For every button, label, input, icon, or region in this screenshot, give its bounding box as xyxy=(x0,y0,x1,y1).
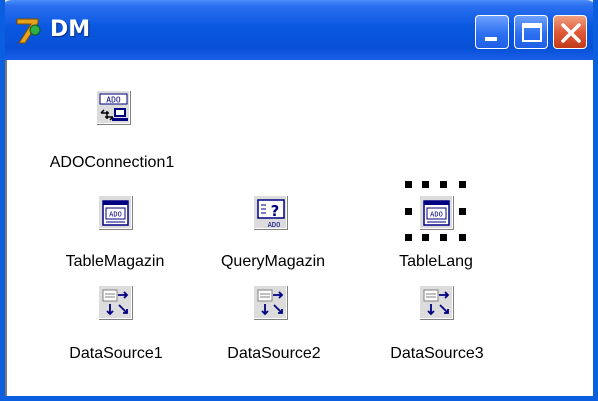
svg-text:ADO: ADO xyxy=(106,96,121,105)
close-button[interactable] xyxy=(553,15,587,49)
close-icon xyxy=(561,23,581,43)
minimize-icon xyxy=(485,37,497,41)
selection-grip[interactable] xyxy=(422,181,429,188)
selection-grip[interactable] xyxy=(405,181,412,188)
component-label: DataSource2 xyxy=(227,345,321,362)
maximize-button[interactable] xyxy=(514,15,548,49)
svg-text:ADO: ADO xyxy=(430,211,443,219)
svg-text:ADO: ADO xyxy=(109,211,122,219)
maximize-icon xyxy=(522,23,542,42)
svg-text:?: ? xyxy=(271,202,280,220)
window-title: DM xyxy=(50,17,91,42)
minimize-button[interactable] xyxy=(475,15,509,49)
ado-table-icon: ADO xyxy=(419,195,453,229)
datasource-icon xyxy=(419,285,453,319)
ado-connection-icon: ADO xyxy=(96,90,130,124)
data-module-surface[interactable]: ADO ADOConnection1 ADO TableMagazin ? AD… xyxy=(5,60,593,396)
component-label: TableMagazin xyxy=(65,253,165,270)
ado-table-icon: ADO xyxy=(98,195,132,229)
selection-grip[interactable] xyxy=(422,234,429,241)
component-label: DataSource3 xyxy=(390,345,484,362)
delphi-app-icon xyxy=(16,18,41,44)
selection-grip[interactable] xyxy=(459,181,466,188)
selection-grip[interactable] xyxy=(459,234,466,241)
selection-grip[interactable] xyxy=(459,208,466,215)
datasource-icon xyxy=(98,285,132,319)
dm-window: DM ADO ADOConnection1 ADO TableMagazin ?… xyxy=(0,0,598,401)
ado-query-icon: ? ADO xyxy=(253,195,287,229)
component-label: DataSource1 xyxy=(69,345,163,362)
selection-grip[interactable] xyxy=(440,234,447,241)
component-label: TableLang xyxy=(399,253,473,270)
svg-text:ADO: ADO xyxy=(268,221,281,229)
title-bar[interactable]: DM xyxy=(5,0,593,60)
component-label: QueryMagazin xyxy=(220,253,326,270)
component-label: ADOConnection1 xyxy=(49,154,175,171)
selection-grip[interactable] xyxy=(405,234,412,241)
datasource-icon xyxy=(253,285,287,319)
selection-grip[interactable] xyxy=(440,181,447,188)
selection-grip[interactable] xyxy=(405,208,412,215)
